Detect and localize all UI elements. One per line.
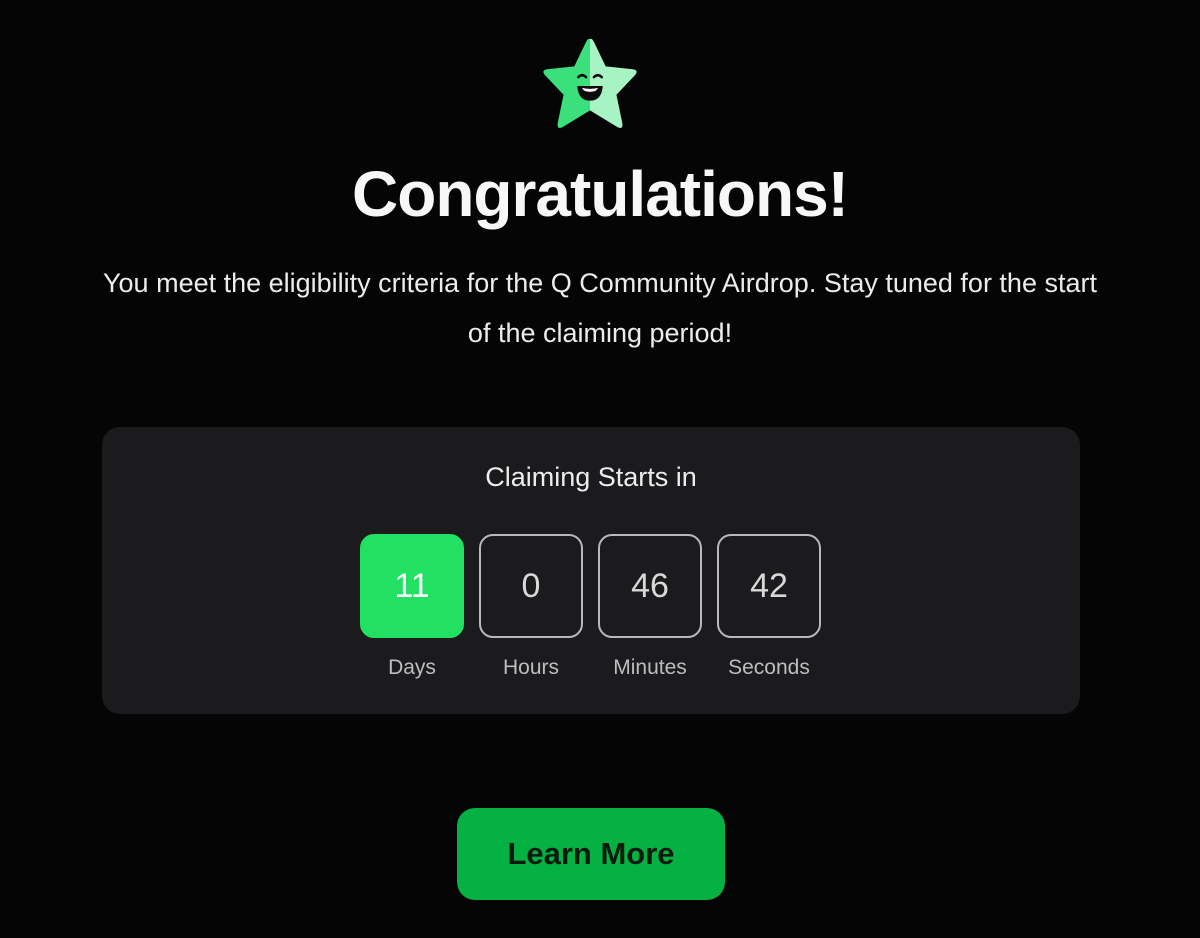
smiling-star-icon	[543, 38, 637, 128]
countdown-hours-value: 0	[479, 534, 583, 638]
countdown-title: Claiming Starts in	[485, 462, 697, 492]
page-title: Congratulations!	[352, 158, 849, 230]
learn-more-button[interactable]: Learn More	[457, 808, 725, 900]
countdown-days-value: 11	[360, 534, 464, 638]
countdown-units: 11 Days 0 Hours 46 Minutes 42 Seconds	[360, 534, 821, 682]
countdown-minutes-label: Minutes	[613, 656, 687, 679]
countdown-days-label: Days	[388, 656, 436, 679]
countdown-unit-seconds: 42 Seconds	[717, 534, 821, 682]
countdown-unit-hours: 0 Hours	[479, 534, 583, 682]
countdown-unit-minutes: 46 Minutes	[598, 534, 702, 682]
countdown-minutes-value: 46	[598, 534, 702, 638]
countdown-unit-days: 11 Days	[360, 534, 464, 682]
airdrop-eligibility-page: Congratulations! You meet the eligibilit…	[0, 0, 1200, 938]
countdown-hours-label: Hours	[502, 656, 560, 679]
countdown-seconds-value: 42	[717, 534, 821, 638]
eligibility-message: You meet the eligibility criteria for th…	[103, 268, 1097, 348]
countdown-seconds-label: Seconds	[728, 656, 810, 679]
countdown-panel: Claiming Starts in 11 Days 0 Hours 46 Mi…	[102, 427, 1080, 714]
